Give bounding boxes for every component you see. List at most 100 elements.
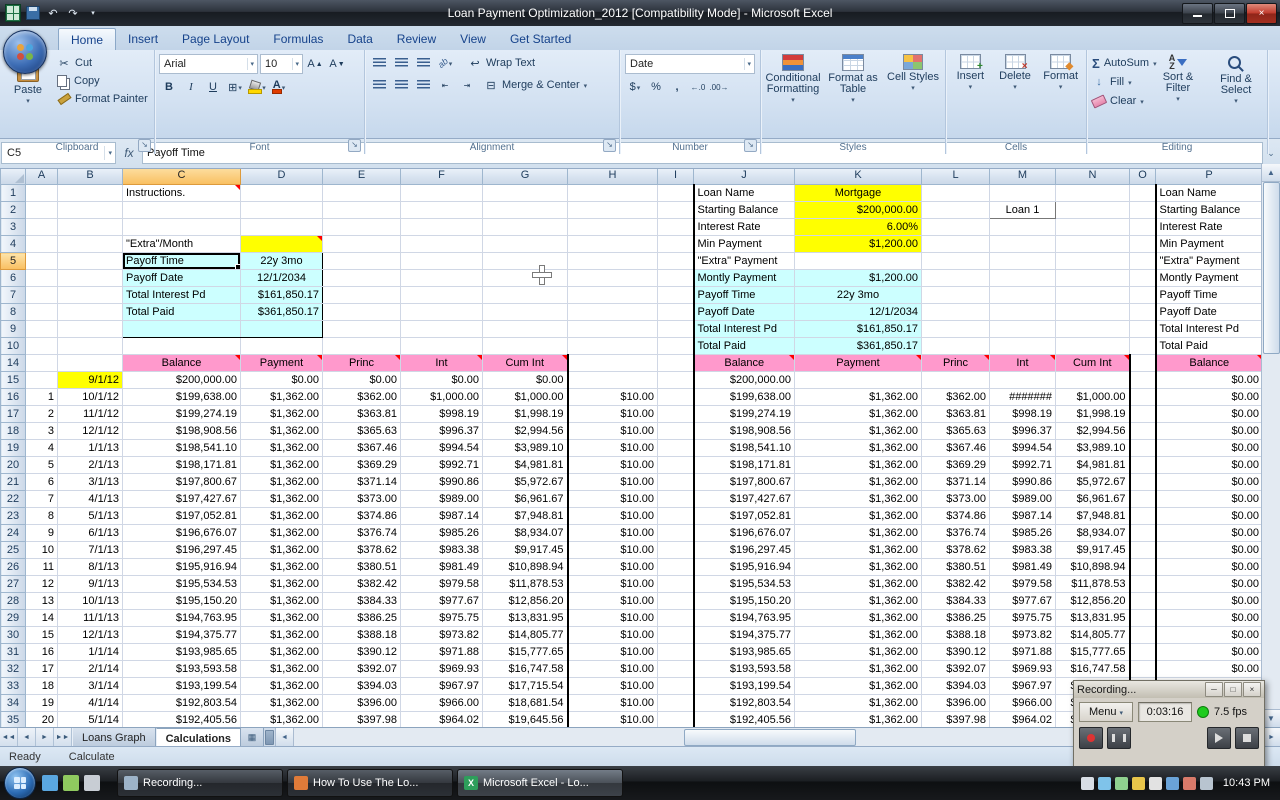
cell-A33[interactable]: 18 bbox=[26, 678, 58, 695]
cell-L3[interactable] bbox=[922, 219, 990, 236]
accounting-format-button[interactable]: $▾ bbox=[625, 78, 645, 96]
row-header-16[interactable]: 16 bbox=[1, 389, 26, 406]
cell-D22[interactable]: $1,362.00 bbox=[241, 491, 323, 508]
copy-button[interactable]: Copy bbox=[54, 72, 151, 90]
cell-E30[interactable]: $388.18 bbox=[323, 627, 401, 644]
cell-N16[interactable]: $1,000.00 bbox=[1056, 389, 1130, 406]
cell-M23[interactable]: $987.14 bbox=[990, 508, 1056, 525]
cell-C3[interactable] bbox=[123, 219, 241, 236]
task-button-2[interactable]: How To Use The Lo... bbox=[287, 769, 453, 797]
cell-F3[interactable] bbox=[401, 219, 483, 236]
cell-I26[interactable] bbox=[658, 559, 694, 576]
cell-H30[interactable]: $10.00 bbox=[568, 627, 658, 644]
cell-K29[interactable]: $1,362.00 bbox=[795, 610, 922, 627]
cell-O5[interactable] bbox=[1130, 253, 1156, 270]
cell-I24[interactable] bbox=[658, 525, 694, 542]
cell-J30[interactable]: $194,375.77 bbox=[694, 627, 795, 644]
cell-K28[interactable]: $1,362.00 bbox=[795, 593, 922, 610]
tray-icon-2[interactable] bbox=[1098, 777, 1111, 790]
row-header-30[interactable]: 30 bbox=[1, 627, 26, 644]
cell-I21[interactable] bbox=[658, 474, 694, 491]
cell-H8[interactable] bbox=[568, 304, 658, 321]
cell-O22[interactable] bbox=[1130, 491, 1156, 508]
cell-H1[interactable] bbox=[568, 185, 658, 202]
cell-C17[interactable]: $199,274.19 bbox=[123, 406, 241, 423]
cell-J10[interactable]: Total Paid bbox=[694, 338, 795, 355]
qat-dropdown-icon[interactable]: ▾ bbox=[85, 5, 101, 21]
font-dialog-launcher[interactable]: ↘ bbox=[348, 139, 361, 152]
cell-J14[interactable]: Balance bbox=[694, 355, 795, 372]
cell-I27[interactable] bbox=[658, 576, 694, 593]
cell-B21[interactable]: 3/1/13 bbox=[58, 474, 123, 491]
cell-K26[interactable]: $1,362.00 bbox=[795, 559, 922, 576]
cell-E9[interactable] bbox=[323, 321, 401, 338]
cell-O3[interactable] bbox=[1130, 219, 1156, 236]
cell-M4[interactable] bbox=[990, 236, 1056, 253]
cell-L4[interactable] bbox=[922, 236, 990, 253]
cell-K1[interactable]: Mortgage bbox=[795, 185, 922, 202]
cell-G23[interactable]: $7,948.81 bbox=[483, 508, 568, 525]
tray-icon-7[interactable] bbox=[1183, 777, 1196, 790]
cell-K22[interactable]: $1,362.00 bbox=[795, 491, 922, 508]
cell-L10[interactable] bbox=[922, 338, 990, 355]
scroll-left-icon[interactable]: ◄ bbox=[276, 728, 294, 747]
cell-D5[interactable]: 22y 3mo bbox=[241, 253, 323, 270]
cell-B18[interactable]: 12/1/12 bbox=[58, 423, 123, 440]
cell-E16[interactable]: $362.00 bbox=[323, 389, 401, 406]
cell-G26[interactable]: $10,898.94 bbox=[483, 559, 568, 576]
cell-F1[interactable] bbox=[401, 185, 483, 202]
cell-M32[interactable]: $969.93 bbox=[990, 661, 1056, 678]
cell-M27[interactable]: $979.58 bbox=[990, 576, 1056, 593]
vertical-scroll-thumb[interactable] bbox=[1263, 182, 1280, 354]
cell-B30[interactable]: 12/1/13 bbox=[58, 627, 123, 644]
cell-L23[interactable]: $374.86 bbox=[922, 508, 990, 525]
tray-icon-3[interactable] bbox=[1115, 777, 1128, 790]
cell-O27[interactable] bbox=[1130, 576, 1156, 593]
cell-E24[interactable]: $376.74 bbox=[323, 525, 401, 542]
cell-M29[interactable]: $975.75 bbox=[990, 610, 1056, 627]
autosum-button[interactable]: ΣAutoSum▾ bbox=[1089, 54, 1149, 72]
cell-L17[interactable]: $363.81 bbox=[922, 406, 990, 423]
cell-C7[interactable]: Total Interest Pd bbox=[123, 287, 241, 304]
cell-O18[interactable] bbox=[1130, 423, 1156, 440]
cell-I23[interactable] bbox=[658, 508, 694, 525]
cell-N15[interactable] bbox=[1056, 372, 1130, 389]
ribbon-tab-data[interactable]: Data bbox=[335, 28, 384, 50]
cell-I35[interactable] bbox=[658, 712, 694, 728]
cell-M5[interactable] bbox=[990, 253, 1056, 270]
cell-D34[interactable]: $1,362.00 bbox=[241, 695, 323, 712]
cell-F35[interactable]: $964.02 bbox=[401, 712, 483, 728]
cell-M14[interactable]: Int bbox=[990, 355, 1056, 372]
cell-C28[interactable]: $195,150.20 bbox=[123, 593, 241, 610]
cell-F25[interactable]: $983.38 bbox=[401, 542, 483, 559]
cell-O24[interactable] bbox=[1130, 525, 1156, 542]
cell-L25[interactable]: $378.62 bbox=[922, 542, 990, 559]
cell-J2[interactable]: Starting Balance bbox=[694, 202, 795, 219]
insert-cells-button[interactable]: + Insert▾ bbox=[948, 51, 993, 92]
clear-button[interactable]: Clear▾ bbox=[1089, 92, 1149, 110]
cell-P23[interactable]: $0.00 bbox=[1156, 508, 1263, 525]
row-header-14[interactable]: 14 bbox=[1, 355, 26, 372]
cell-H32[interactable]: $10.00 bbox=[568, 661, 658, 678]
cell-P19[interactable]: $0.00 bbox=[1156, 440, 1263, 457]
cell-L35[interactable]: $397.98 bbox=[922, 712, 990, 728]
cell-M16[interactable]: ####### bbox=[990, 389, 1056, 406]
cell-E2[interactable] bbox=[323, 202, 401, 219]
font-family-select[interactable]: Arial▾ bbox=[159, 54, 258, 74]
cell-F34[interactable]: $966.00 bbox=[401, 695, 483, 712]
cell-E26[interactable]: $380.51 bbox=[323, 559, 401, 576]
cell-D2[interactable] bbox=[241, 202, 323, 219]
cell-K14[interactable]: Payment bbox=[795, 355, 922, 372]
cell-K25[interactable]: $1,362.00 bbox=[795, 542, 922, 559]
cell-E19[interactable]: $367.46 bbox=[323, 440, 401, 457]
cell-B31[interactable]: 1/1/14 bbox=[58, 644, 123, 661]
cell-L27[interactable]: $382.42 bbox=[922, 576, 990, 593]
cell-F28[interactable]: $977.67 bbox=[401, 593, 483, 610]
cell-H16[interactable]: $10.00 bbox=[568, 389, 658, 406]
row-header-28[interactable]: 28 bbox=[1, 593, 26, 610]
close-button[interactable]: × bbox=[1246, 3, 1277, 24]
sheet-tab-calculations[interactable]: Calculations bbox=[156, 728, 241, 747]
conditional-formatting-button[interactable]: Conditional Formatting▾ bbox=[763, 51, 823, 105]
cell-P17[interactable]: $0.00 bbox=[1156, 406, 1263, 423]
cell-J1[interactable]: Loan Name bbox=[694, 185, 795, 202]
